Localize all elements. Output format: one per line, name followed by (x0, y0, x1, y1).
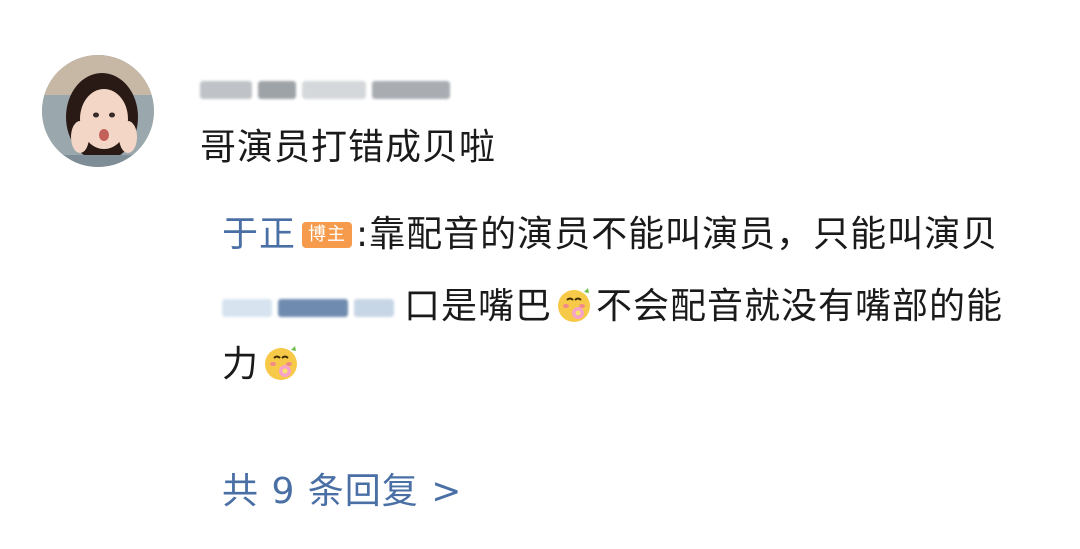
masked-text (200, 81, 252, 99)
reply-item[interactable]: 于正 博主:靠配音的演员不能叫演员，只能叫演贝 (222, 206, 1022, 264)
masked-text (278, 299, 348, 317)
blushing-flower-emoji-icon (558, 288, 591, 322)
comment-text: 哥演员打错成贝啦 (200, 127, 497, 168)
reply-item[interactable]: 口是嘴巴 不会配音就没有嘴部的能力 (222, 278, 1022, 394)
masked-text (354, 299, 394, 317)
avatar[interactable] (42, 55, 154, 167)
reply-author[interactable]: 于正 (222, 214, 296, 255)
author-badge: 博主 (302, 222, 353, 248)
username-masked[interactable] (222, 299, 394, 317)
avatar-image (42, 55, 154, 167)
blushing-flower-emoji-icon (265, 346, 298, 380)
more-replies-link[interactable]: 共 9 条回复 > (222, 462, 462, 514)
masked-text (372, 81, 450, 99)
replies-container: 于正 博主:靠配音的演员不能叫演员，只能叫演贝 口是嘴巴 不会配音就没有嘴部的能力 (222, 206, 1022, 394)
masked-text (302, 81, 366, 99)
username-masked[interactable] (200, 76, 450, 104)
masked-text (222, 299, 272, 317)
reply-separator: : (356, 214, 370, 255)
masked-text (258, 81, 296, 99)
reply-text: 口是嘴巴 (404, 286, 553, 327)
reply-text: 靠配音的演员不能叫演员，只能叫演贝 (369, 214, 999, 255)
